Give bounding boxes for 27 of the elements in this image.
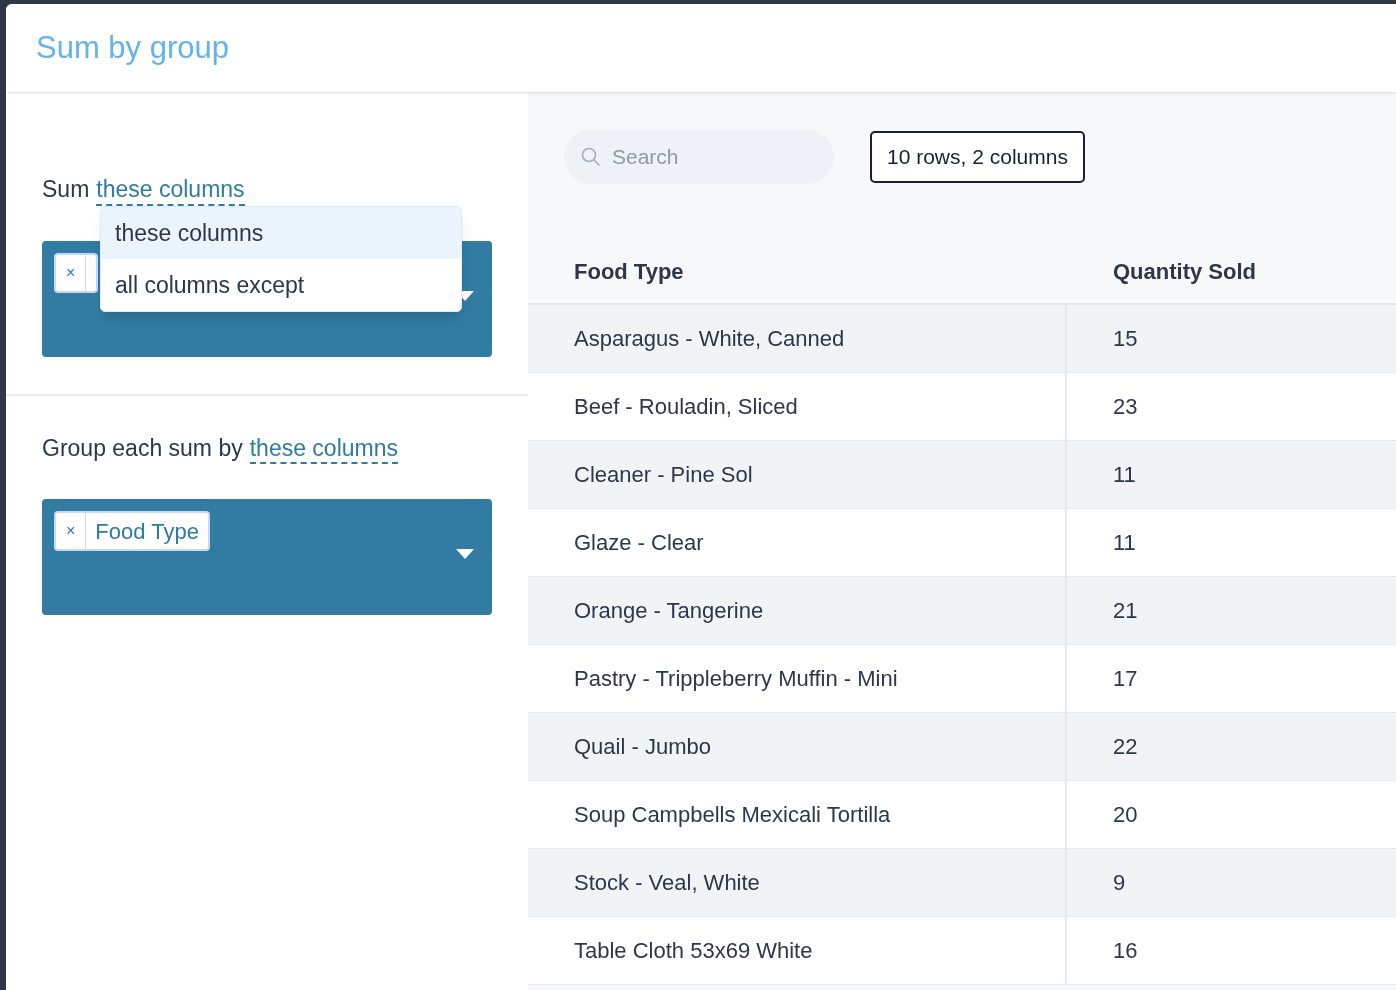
table-cell-text: 17 [1112, 665, 1139, 693]
remove-chip-button[interactable]: × [56, 254, 87, 291]
table-cell-text: 21 [1112, 597, 1139, 625]
search-icon [581, 147, 601, 167]
table-cell-text: 11 [1112, 529, 1137, 557]
table-cell-text: 9 [1112, 869, 1127, 897]
dialog-title: Sum by group [36, 28, 229, 67]
column-header: Food Type [573, 258, 685, 286]
row-count-badge: 10 rows, 2 columns [870, 131, 1085, 183]
table-cell: Table Cloth 53x69 White [528, 917, 1067, 984]
column-header: Quantity Sold [1112, 258, 1257, 286]
caret-icon [456, 549, 474, 559]
column-select[interactable]: × Food Type [42, 499, 492, 615]
table-cell-text: 23 [1112, 393, 1139, 421]
search-field[interactable]: Search [564, 130, 834, 184]
section-label: Group each sum by [42, 433, 243, 463]
columns-mode-link[interactable]: these columns [249, 434, 399, 465]
table-cell-text: 11 [1112, 461, 1137, 489]
chip-label: Food Type [94, 517, 200, 546]
table-cell-text: 16 [1112, 937, 1139, 965]
table-cell-text: 22 [1112, 733, 1139, 761]
remove-chip-button[interactable]: × [56, 513, 87, 549]
table-cell-text: 15 [1112, 325, 1139, 353]
section-label: Sum [42, 175, 90, 204]
menu-item[interactable]: all columns except [101, 259, 461, 311]
table-cell-text: 20 [1112, 801, 1139, 829]
menu-item[interactable]: these columns [101, 207, 461, 259]
